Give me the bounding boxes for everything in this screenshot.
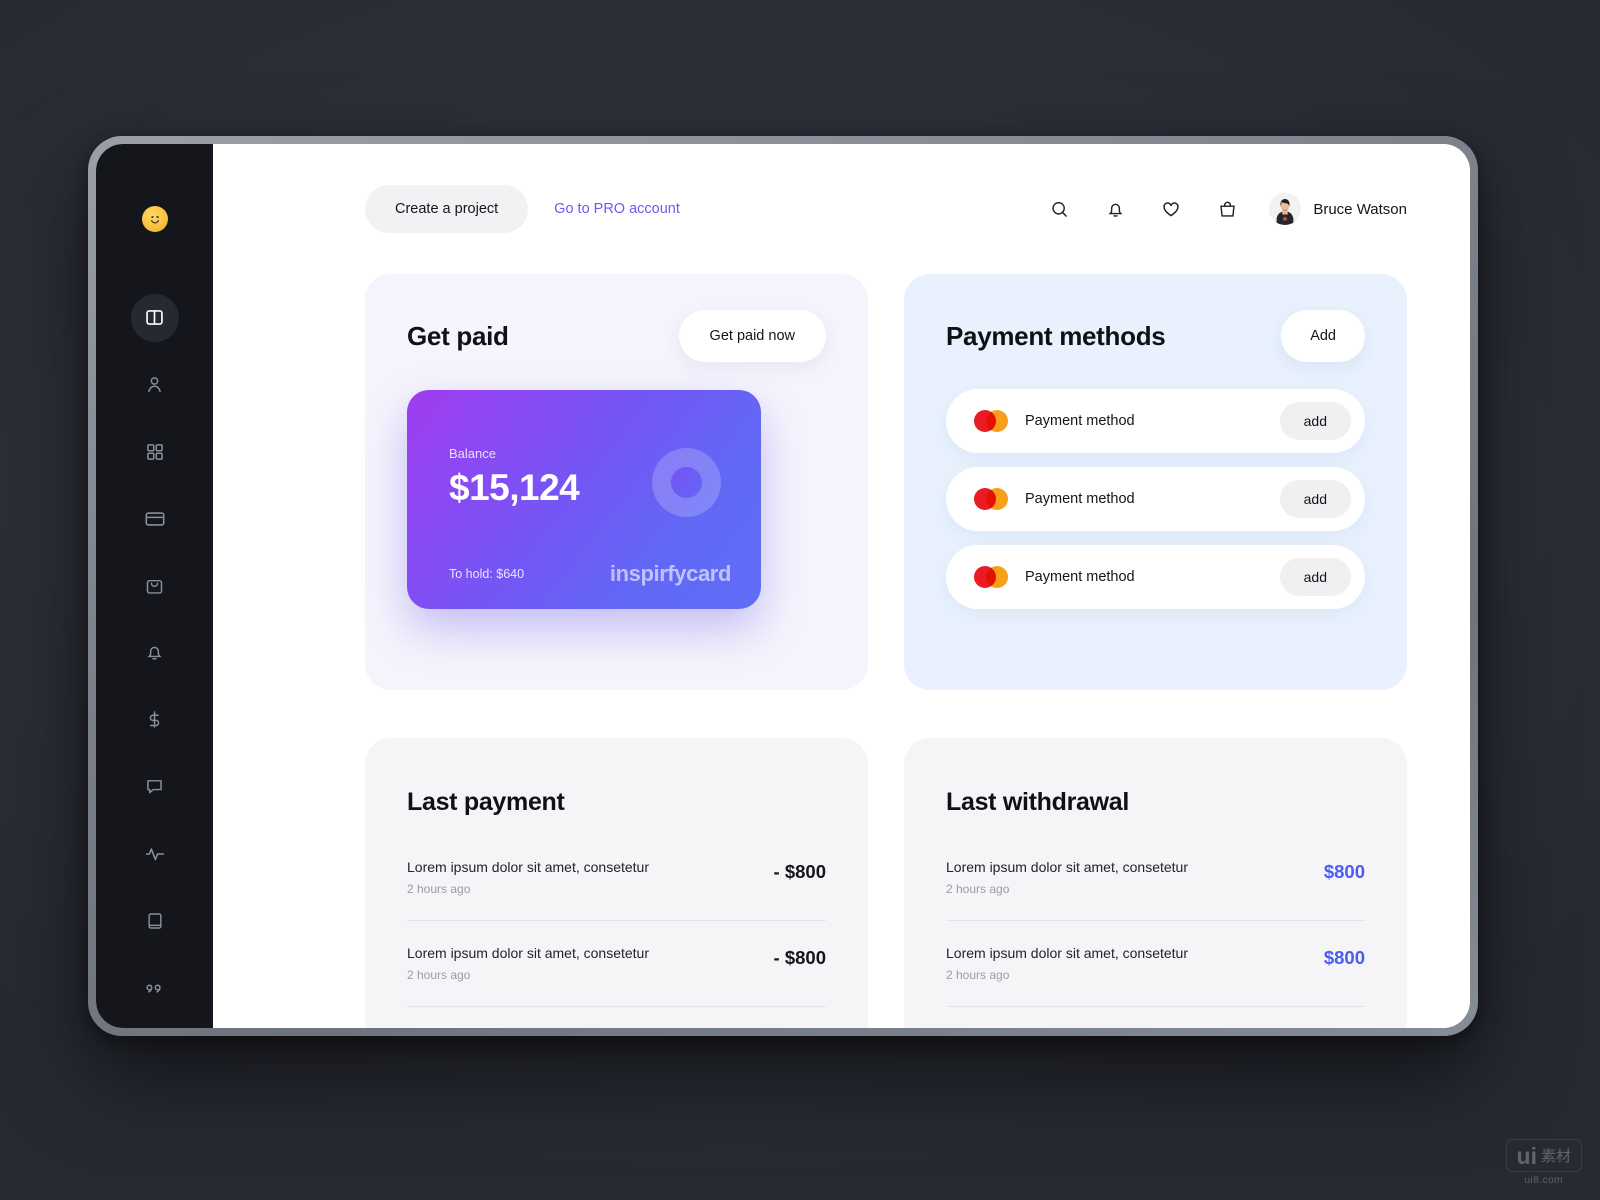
add-button[interactable]: add	[1279, 480, 1351, 518]
transaction-amount: - $800	[773, 947, 826, 968]
transaction-amount: $800	[1323, 947, 1365, 968]
sidebar-item-payments[interactable]	[96, 686, 213, 753]
get-paid-now-button[interactable]: Get paid now	[678, 310, 826, 362]
watermark-box: ui 素材	[1505, 1139, 1582, 1172]
create-project-button[interactable]: Create a project	[365, 185, 529, 233]
table-row[interactable]: Lorem ipsum dolor sit amet, consetetur 2…	[946, 921, 1365, 1007]
sidebar-nav	[96, 284, 213, 1021]
sidebar-item-messages[interactable]	[96, 753, 213, 820]
payment-method-label: Payment method	[1025, 491, 1135, 507]
content-area: Get paid Get paid now Balance $15,124 To…	[365, 274, 1407, 1028]
transaction-description: Lorem ipsum dolor sit amet, consetetur	[946, 945, 1188, 961]
user-icon	[144, 374, 165, 395]
search-icon[interactable]	[1031, 187, 1087, 231]
grid-icon	[145, 442, 165, 462]
payment-methods-list: Payment method add Payment method add Pa…	[946, 389, 1365, 609]
bell-icon[interactable]	[1087, 187, 1143, 231]
balance-credit-card[interactable]: Balance $15,124 To hold: $640 inspirfyca…	[407, 390, 761, 609]
transaction-amount: - $800	[773, 861, 826, 882]
table-row[interactable]: Lorem ipsum dolor sit amet, consetetur 2…	[407, 921, 826, 1007]
transaction-info: Lorem ipsum dolor sit amet, consetetur 2…	[946, 859, 1324, 896]
payment-method-label: Payment method	[1025, 569, 1135, 585]
to-hold-label: To hold: $640	[449, 567, 525, 581]
add-button[interactable]: add	[1279, 402, 1351, 440]
transaction-time: 2 hours ago	[946, 968, 1010, 982]
shopping-bag-icon[interactable]	[1199, 187, 1255, 231]
sidebar-item-quotes[interactable]	[96, 954, 213, 1021]
watermark-brand: ui	[1516, 1143, 1537, 1169]
sidebar-item-notifications[interactable]	[96, 619, 213, 686]
table-row[interactable]: Lorem ipsum dolor sit amet, consetetur 2…	[946, 859, 1365, 921]
activity-pulse-icon	[144, 843, 166, 865]
top-header: Create a project Go to PRO account Bruce…	[213, 144, 1470, 274]
last-withdrawal-list: Lorem ipsum dolor sit amet, consetetur 2…	[946, 859, 1365, 1007]
payment-methods-title: Payment methods	[946, 320, 1166, 351]
add-payment-method-button[interactable]: Add	[1281, 310, 1365, 362]
user-name: Bruce Watson	[1313, 200, 1407, 218]
watermark-url: ui8.com	[1524, 1175, 1564, 1186]
transaction-time: 2 hours ago	[946, 882, 1010, 896]
mastercard-icon	[974, 566, 1008, 588]
dollar-icon	[144, 709, 165, 730]
table-row[interactable]: Lorem ipsum dolor sit amet, consetetur 2…	[407, 859, 826, 921]
tablet-device-frame: Create a project Go to PRO account Bruce…	[88, 136, 1478, 1036]
layout-columns-icon	[144, 307, 165, 328]
book-icon	[145, 911, 165, 931]
list-item[interactable]: Payment method add	[946, 467, 1365, 531]
last-payment-panel: Last payment Lorem ipsum dolor sit amet,…	[365, 738, 868, 1028]
watermark: ui 素材 ui8.com	[1505, 1139, 1582, 1186]
shopping-bag-icon	[144, 575, 165, 596]
add-button[interactable]: add	[1279, 558, 1351, 596]
sidebar	[96, 144, 213, 1028]
transaction-description: Lorem ipsum dolor sit amet, consetetur	[407, 945, 649, 961]
go-to-pro-account-link[interactable]: Go to PRO account	[554, 201, 680, 217]
last-withdrawal-title: Last withdrawal	[946, 788, 1130, 816]
card-brand-name: inspirfycard	[609, 561, 732, 586]
payment-methods-panel: Payment methods Add Payment method add P…	[904, 274, 1407, 690]
transaction-info: Lorem ipsum dolor sit amet, consetetur 2…	[946, 945, 1324, 982]
header-actions: Bruce Watson	[1031, 187, 1407, 231]
payment-method-label: Payment method	[1025, 413, 1135, 429]
transaction-info: Lorem ipsum dolor sit amet, consetetur 2…	[407, 945, 774, 982]
heart-icon[interactable]	[1143, 187, 1199, 231]
last-withdrawal-panel: Last withdrawal Lorem ipsum dolor sit am…	[904, 738, 1407, 1028]
last-payment-title: Last payment	[407, 788, 565, 816]
transaction-info: Lorem ipsum dolor sit amet, consetetur 2…	[407, 859, 774, 896]
sidebar-item-apps[interactable]	[96, 418, 213, 485]
sidebar-item-activity[interactable]	[96, 820, 213, 887]
transaction-description: Lorem ipsum dolor sit amet, consetetur	[946, 859, 1188, 875]
payment-methods-header: Payment methods Add	[946, 310, 1365, 362]
list-item[interactable]: Payment method add	[946, 389, 1365, 453]
get-paid-header: Get paid Get paid now	[407, 310, 826, 362]
sidebar-item-profile[interactable]	[96, 351, 213, 418]
smiley-face-logo-icon[interactable]	[141, 206, 168, 232]
mastercard-icon	[974, 410, 1008, 432]
top-row: Get paid Get paid now Balance $15,124 To…	[365, 274, 1407, 690]
bottom-row: Last payment Lorem ipsum dolor sit amet,…	[365, 738, 1407, 1028]
transaction-time: 2 hours ago	[407, 882, 471, 896]
transaction-amount: $800	[1323, 861, 1365, 882]
main-content: Create a project Go to PRO account Bruce…	[213, 144, 1470, 1028]
sidebar-item-shop[interactable]	[96, 552, 213, 619]
credit-card-icon	[144, 508, 166, 530]
get-paid-panel: Get paid Get paid now Balance $15,124 To…	[365, 274, 868, 690]
transaction-description: Lorem ipsum dolor sit amet, consetetur	[407, 859, 649, 875]
avatar[interactable]	[1269, 193, 1302, 225]
mastercard-icon	[974, 488, 1008, 510]
sidebar-item-dashboard[interactable]	[96, 284, 213, 351]
screen: Create a project Go to PRO account Bruce…	[96, 144, 1470, 1028]
watermark-cjk: 素材	[1540, 1148, 1571, 1165]
quote-icon	[144, 977, 165, 998]
bell-icon	[144, 642, 165, 663]
sidebar-item-docs[interactable]	[96, 887, 213, 954]
list-item[interactable]: Payment method add	[946, 545, 1365, 609]
last-payment-list: Lorem ipsum dolor sit amet, consetetur 2…	[407, 859, 826, 1007]
card-chip-ring-icon	[652, 448, 721, 517]
chat-bubble-icon	[144, 776, 165, 797]
transaction-time: 2 hours ago	[407, 968, 471, 982]
page-title: Get paid	[407, 320, 509, 351]
sidebar-item-cards[interactable]	[96, 485, 213, 552]
